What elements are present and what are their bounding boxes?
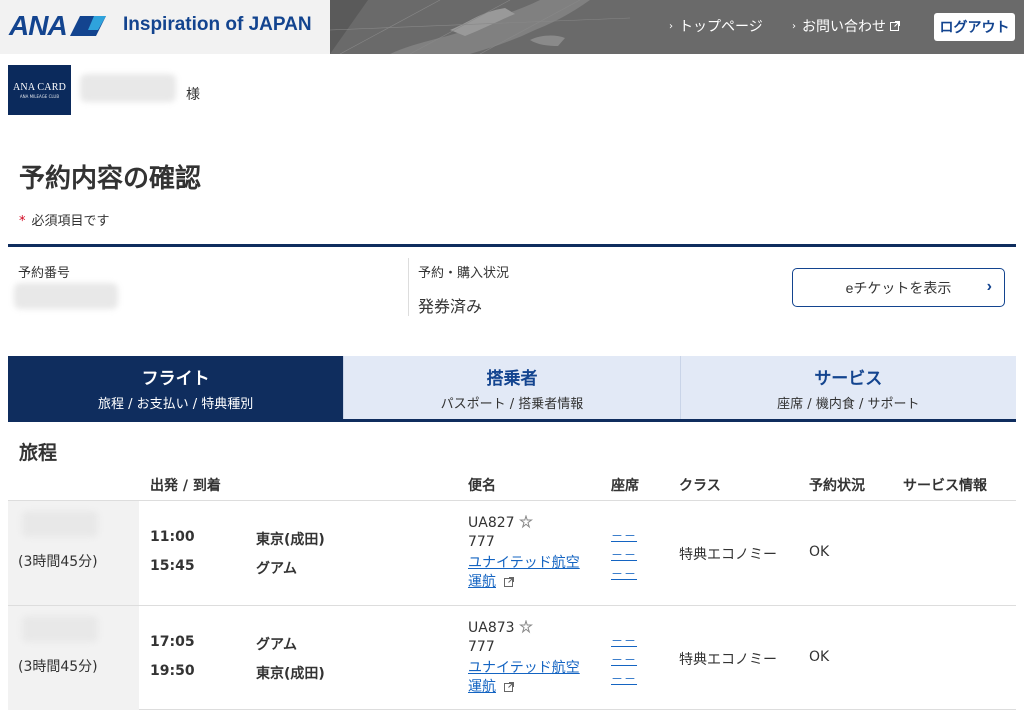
summary-divider — [408, 258, 409, 316]
aircraft: 777 — [468, 639, 495, 655]
external-link-icon — [504, 682, 515, 692]
duration: (3時間45分) — [18, 659, 98, 675]
tab-service-sub: 座席 / 機内食 / サポート — [777, 396, 920, 412]
arr-time: 19:50 — [150, 663, 195, 679]
ana-stripes-icon — [69, 16, 106, 36]
col-header-flight: 便名 — [468, 478, 496, 494]
tab-service[interactable]: サービス 座席 / 機内食 / サポート — [679, 356, 1016, 419]
page-title: 予約内容の確認 — [19, 164, 202, 194]
star-alliance-icon — [518, 514, 534, 529]
seat-link[interactable]: －－ — [611, 651, 637, 668]
status-label: 予約・購入状況 — [418, 266, 510, 281]
tab-flight-sub: 旅程 / お支払い / 特典種別 — [98, 396, 254, 412]
col-header-dep-arr: 出発 / 到着 — [150, 478, 221, 494]
col-header-seat: 座席 — [611, 478, 639, 494]
dep-place: 東京(成田) — [256, 532, 325, 548]
operator-link-text: 運航 — [468, 679, 496, 695]
required-mark: * — [19, 214, 26, 229]
site-header: ANA Inspiration of JAPAN › トップページ › お問い合… — [0, 0, 1024, 54]
logout-button[interactable]: ログアウト — [934, 13, 1015, 41]
aircraft: 777 — [468, 534, 495, 550]
operator-link[interactable]: ユナイテッド航空 — [468, 552, 580, 572]
user-honorific: 様 — [186, 87, 200, 103]
show-eticket-button[interactable]: eチケットを表示 › — [792, 268, 1005, 307]
table-row: (3時間45分) 11:00 東京(成田) 15:45 グアム UA827 77… — [8, 500, 1016, 605]
arr-time: 15:45 — [150, 558, 195, 574]
col-header-class: クラス — [679, 478, 721, 494]
itinerary-title: 旅程 — [19, 442, 58, 464]
logo-text: ANA — [9, 10, 68, 41]
tab-flight[interactable]: フライト 旅程 / お支払い / 特典種別 — [8, 356, 344, 419]
nav-top-page-label: トップページ — [679, 19, 763, 35]
booking-status: OK — [809, 544, 830, 560]
chevron-right-icon: › — [986, 278, 992, 295]
required-note: * 必須項目です — [19, 210, 110, 229]
tab-passenger[interactable]: 搭乗者 パスポート / 搭乗者情報 — [343, 356, 680, 419]
tab-service-title: サービス — [814, 368, 883, 389]
flight-number: UA873 — [468, 619, 534, 636]
dep-time: 17:05 — [150, 634, 195, 650]
flight-number-text: UA827 — [468, 515, 515, 531]
arr-place: グアム — [256, 561, 298, 577]
operator-link-text: 運航 — [468, 574, 496, 590]
ana-card-badge: ANA CARD ANA MILEAGE CLUB — [8, 65, 71, 115]
date-cell: (3時間45分) — [8, 501, 139, 605]
section-divider — [8, 244, 1016, 247]
seat-link[interactable]: －－ — [611, 527, 637, 544]
arr-place: 東京(成田) — [256, 666, 325, 682]
reservation-number-label: 予約番号 — [18, 266, 71, 281]
show-eticket-label: eチケットを表示 — [845, 279, 952, 296]
col-header-service: サービス情報 — [903, 478, 987, 494]
nav-contact[interactable]: › お問い合わせ — [792, 16, 900, 36]
nav-arrow-icon: › — [669, 20, 673, 32]
external-link-icon — [504, 577, 515, 587]
tagline: Inspiration of JAPAN — [123, 14, 312, 35]
flight-number-text: UA873 — [468, 620, 515, 636]
user-name-redacted — [80, 74, 176, 102]
dep-place: グアム — [256, 637, 298, 653]
nav-contact-label: お問い合わせ — [802, 19, 886, 35]
flight-number: UA827 — [468, 514, 534, 531]
dep-time: 11:00 — [150, 529, 195, 545]
class: 特典エコノミー — [679, 652, 777, 668]
required-note-text: 必須項目です — [31, 214, 110, 229]
seat-link[interactable]: －－ — [611, 546, 637, 563]
booking-status: OK — [809, 649, 830, 665]
col-header-status: 予約状況 — [809, 478, 865, 494]
class: 特典エコノミー — [679, 547, 777, 563]
nav-arrow-icon: › — [792, 20, 796, 32]
date-cell: (3時間45分) — [8, 606, 139, 710]
tab-flight-title: フライト — [141, 368, 210, 389]
table-row: (3時間45分) 17:05 グアム 19:50 東京(成田) UA873 77… — [8, 605, 1016, 710]
detail-tabs: フライト 旅程 / お支払い / 特典種別 搭乗者 パスポート / 搭乗者情報 … — [8, 356, 1016, 422]
seat-link[interactable]: －－ — [611, 632, 637, 649]
seat-link[interactable]: －－ — [611, 565, 637, 582]
card-badge-subtitle: ANA MILEAGE CLUB — [19, 93, 60, 99]
operator-link-2[interactable]: 運航 — [468, 676, 515, 696]
nav-top-page[interactable]: › トップページ — [669, 16, 763, 36]
tab-passenger-title: 搭乗者 — [486, 368, 538, 389]
date-redacted — [22, 616, 98, 642]
ana-logo[interactable]: ANA — [9, 8, 106, 44]
duration: (3時間45分) — [18, 554, 98, 570]
tab-passenger-sub: パスポート / 搭乗者情報 — [440, 396, 584, 412]
external-link-icon — [890, 21, 900, 31]
operator-link[interactable]: ユナイテッド航空 — [468, 657, 580, 677]
card-badge-title: ANA CARD — [13, 81, 66, 93]
status-value: 発券済み — [418, 297, 483, 316]
seat-link[interactable]: －－ — [611, 670, 637, 687]
date-redacted — [22, 511, 98, 537]
operator-link-2[interactable]: 運航 — [468, 571, 515, 591]
reservation-number-redacted — [14, 283, 118, 309]
star-alliance-icon — [518, 619, 534, 634]
